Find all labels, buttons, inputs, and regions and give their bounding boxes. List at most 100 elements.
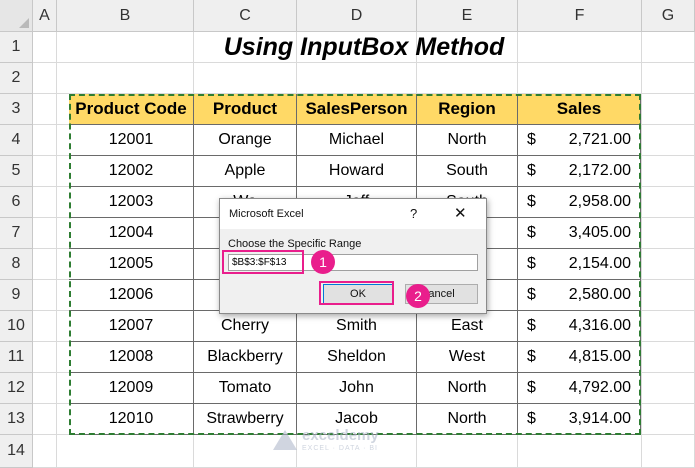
cell-sales[interactable]: $3,405.00 [518, 218, 641, 249]
sheet-cell[interactable] [642, 435, 695, 468]
cell-product-code[interactable]: 12003 [69, 187, 194, 218]
cell-sales[interactable]: $4,815.00 [518, 342, 641, 373]
cell-salesperson[interactable]: Michael [297, 125, 417, 156]
cell-salesperson[interactable]: Howard [297, 156, 417, 187]
cell-sales[interactable]: $4,316.00 [518, 311, 641, 342]
table-header-region[interactable]: Region [417, 94, 518, 125]
column-header-a[interactable]: A [33, 0, 57, 32]
cell-salesperson[interactable]: Sheldon [297, 342, 417, 373]
ok-button[interactable]: OK [323, 284, 393, 304]
row-header-7[interactable]: 7 [0, 218, 33, 249]
cell-product[interactable]: Blackberry [194, 342, 297, 373]
sheet-cell[interactable] [417, 63, 518, 94]
table-header-salesperson[interactable]: SalesPerson [297, 94, 417, 125]
cell-sales[interactable]: $2,958.00 [518, 187, 641, 218]
cell-product-code[interactable]: 12010 [69, 404, 194, 435]
cell-product[interactable]: Tomato [194, 373, 297, 404]
sheet-cell[interactable] [194, 63, 297, 94]
cell-sales[interactable]: $2,172.00 [518, 156, 641, 187]
row-header-4[interactable]: 4 [0, 125, 33, 156]
row-header-1[interactable]: 1 [0, 32, 33, 63]
close-icon[interactable]: ✕ [454, 204, 467, 222]
sheet-cell[interactable] [642, 373, 695, 404]
table-header-sales[interactable]: Sales [518, 94, 641, 125]
cell-salesperson[interactable]: John [297, 373, 417, 404]
sheet-cell[interactable] [642, 280, 695, 311]
cell-product[interactable]: Apple [194, 156, 297, 187]
cell-region[interactable]: North [417, 125, 518, 156]
row-header-5[interactable]: 5 [0, 156, 33, 187]
cell-salesperson[interactable]: Jacob [297, 404, 417, 435]
sheet-cell[interactable] [33, 218, 57, 249]
sheet-cell[interactable] [33, 373, 57, 404]
row-header-3[interactable]: 3 [0, 94, 33, 125]
sheet-cell[interactable] [33, 342, 57, 373]
row-header-9[interactable]: 9 [0, 280, 33, 311]
cell-region[interactable]: North [417, 373, 518, 404]
table-header-product-code[interactable]: Product Code [69, 94, 194, 125]
row-header-12[interactable]: 12 [0, 373, 33, 404]
sheet-cell[interactable] [33, 156, 57, 187]
sheet-cell[interactable] [194, 435, 297, 468]
cell-region[interactable]: West [417, 342, 518, 373]
cell-product-code[interactable]: 12005 [69, 249, 194, 280]
cell-product[interactable]: Cherry [194, 311, 297, 342]
sheet-cell[interactable] [642, 94, 695, 125]
sheet-cell[interactable] [417, 435, 518, 468]
sheet-cell[interactable] [642, 404, 695, 435]
cell-product[interactable]: Orange [194, 125, 297, 156]
sheet-cell[interactable] [297, 63, 417, 94]
cell-product[interactable]: Strawberry [194, 404, 297, 435]
sheet-cell[interactable] [33, 94, 57, 125]
column-header-e[interactable]: E [417, 0, 518, 32]
row-header-10[interactable]: 10 [0, 311, 33, 342]
cell-sales[interactable]: $4,792.00 [518, 373, 641, 404]
sheet-cell[interactable] [642, 63, 695, 94]
sheet-cell[interactable] [518, 435, 642, 468]
cell-region[interactable]: North [417, 404, 518, 435]
sheet-cell[interactable] [33, 187, 57, 218]
sheet-cell[interactable] [57, 435, 194, 468]
select-all-corner[interactable] [0, 0, 33, 32]
sheet-cell[interactable] [33, 63, 57, 94]
sheet-cell[interactable] [642, 125, 695, 156]
row-header-6[interactable]: 6 [0, 187, 33, 218]
cell-product-code[interactable]: 12006 [69, 280, 194, 311]
cell-region[interactable]: South [417, 156, 518, 187]
cell-sales[interactable]: $2,154.00 [518, 249, 641, 280]
row-header-14[interactable]: 14 [0, 435, 33, 468]
column-header-f[interactable]: F [518, 0, 642, 32]
sheet-cell[interactable] [33, 125, 57, 156]
row-header-8[interactable]: 8 [0, 249, 33, 280]
table-header-product[interactable]: Product [194, 94, 297, 125]
sheet-cell[interactable] [642, 311, 695, 342]
sheet-cell[interactable] [33, 435, 57, 468]
cell-region[interactable]: East [417, 311, 518, 342]
range-input[interactable] [228, 254, 478, 271]
sheet-cell[interactable] [33, 404, 57, 435]
sheet-cell[interactable] [642, 156, 695, 187]
sheet-cell[interactable] [33, 249, 57, 280]
sheet-cell[interactable] [642, 249, 695, 280]
sheet-cell[interactable] [33, 311, 57, 342]
help-icon[interactable]: ? [410, 206, 417, 221]
sheet-cell[interactable] [297, 435, 417, 468]
cell-product-code[interactable]: 12009 [69, 373, 194, 404]
cell-product-code[interactable]: 12007 [69, 311, 194, 342]
column-header-g[interactable]: G [642, 0, 695, 32]
sheet-cell[interactable] [518, 63, 642, 94]
row-header-13[interactable]: 13 [0, 404, 33, 435]
column-header-c[interactable]: C [194, 0, 297, 32]
sheet-cell[interactable] [642, 187, 695, 218]
cell-salesperson[interactable]: Smith [297, 311, 417, 342]
row-header-11[interactable]: 11 [0, 342, 33, 373]
cell-sales[interactable]: $2,721.00 [518, 125, 641, 156]
cell-product-code[interactable]: 12004 [69, 218, 194, 249]
sheet-cell[interactable] [33, 280, 57, 311]
cell-sales[interactable]: $3,914.00 [518, 404, 641, 435]
column-header-b[interactable]: B [57, 0, 194, 32]
sheet-cell[interactable] [642, 342, 695, 373]
cell-product-code[interactable]: 12008 [69, 342, 194, 373]
cell-product-code[interactable]: 12001 [69, 125, 194, 156]
cell-product-code[interactable]: 12002 [69, 156, 194, 187]
